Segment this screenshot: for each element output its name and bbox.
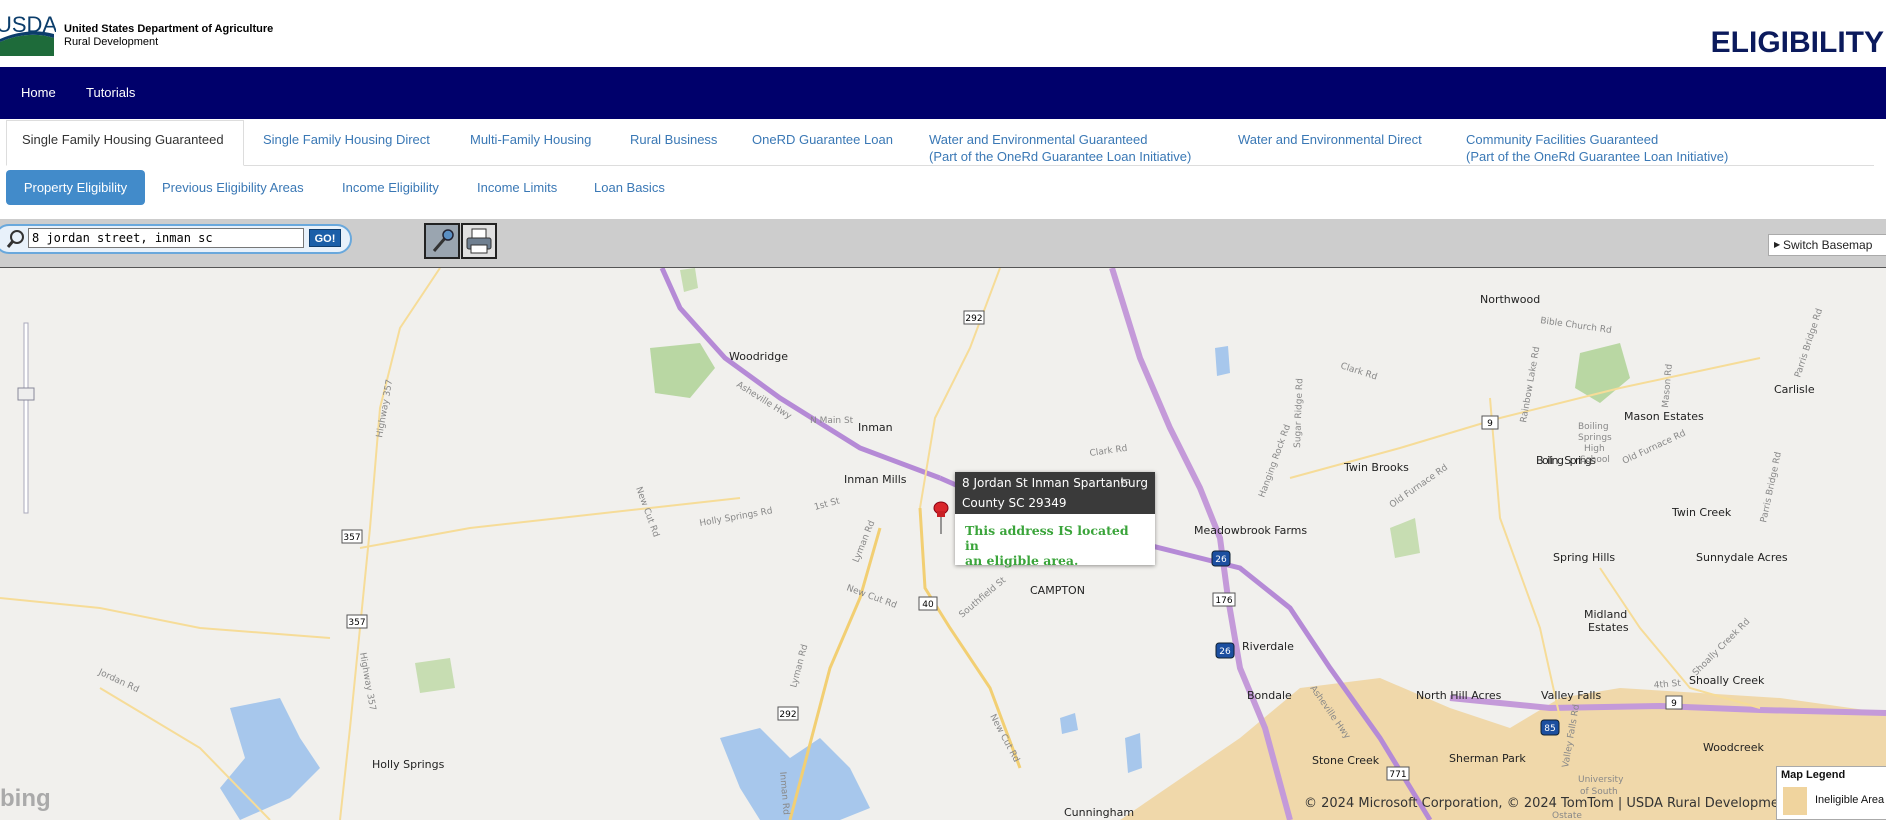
subtab-income-limits[interactable]: Income Limits [477,180,557,195]
route-shields: 292 357 357 40 292 26 26 176 9 9 85 771 [341,310,1683,781]
tab-community-line1: Community Facilities Guaranteed [1466,132,1659,147]
tab-water-guaranteed[interactable]: Water and Environmental Guaranteed (Part… [929,131,1191,165]
agency-name: United States Department of Agriculture … [64,23,273,49]
address-info-popup: 8 Jordan St Inman Spartanburg County SC … [955,472,1155,568]
subtab-previous-eligibility[interactable]: Previous Eligibility Areas [162,180,304,195]
main-nav: Home Tutorials [0,67,1886,119]
tab-community-facilities[interactable]: Community Facilities Guaranteed (Part of… [1466,131,1728,165]
subtab-income-eligibility[interactable]: Income Eligibility [342,180,439,195]
address-search-input[interactable]: 8 jordan street, inman sc [28,228,304,248]
popup-eligibility-message: This address IS located in an eligible a… [955,514,1155,577]
shield-292-b: 292 [779,710,796,720]
popup-message-line2: an eligible area. [965,553,1079,568]
shield-176: 176 [1215,596,1232,606]
shield-40: 40 [922,600,934,610]
shield-357-b: 357 [348,618,365,628]
identify-pin-button[interactable] [424,223,460,259]
nav-home-link[interactable]: Home [21,85,56,100]
shield-26-b: 26 [1219,647,1231,657]
popup-address-line2: County SC 29349 [962,496,1067,510]
legend-label-ineligible: Ineligible Area [1815,794,1885,806]
tab-water-direct[interactable]: Water and Environmental Direct [1238,131,1422,148]
go-button[interactable]: GO! [309,229,341,247]
caret-right-icon: ▶ [1774,240,1781,249]
usda-logo: USDA [0,12,56,56]
tab-onerd-guarantee[interactable]: OneRD Guarantee Loan [752,131,893,148]
agency-line1: United States Department of Agriculture [64,23,274,35]
search-icon [6,230,24,248]
map-canvas[interactable]: Northwood Woodridge Inman Inman Mills Ca… [0,268,1886,820]
header: USDA United States Department of Agricul… [0,0,1886,67]
tab-community-line2: (Part of the OneRd Guarantee Loan Initia… [1466,149,1729,164]
identify-pin-icon [432,229,454,252]
shield-357-a: 357 [343,533,360,543]
popup-maximize-icon[interactable]: ▭ [1120,474,1132,487]
shield-26-a: 26 [1215,555,1227,565]
popup-message-line1: This address IS located in [965,523,1129,553]
tab-water-guaranteed-line2: (Part of the OneRd Guarantee Loan Initia… [929,149,1192,164]
map-legend: Map Legend Ineligible Area [1776,766,1886,820]
switch-basemap-button[interactable]: ▶ Switch Basemap [1768,234,1886,256]
location-pin-icon[interactable] [930,500,952,536]
tab-sfh-guaranteed[interactable]: Single Family Housing Guaranteed [22,131,224,148]
print-button[interactable] [461,223,497,259]
shield-771: 771 [1389,770,1406,780]
subtab-property-eligibility[interactable]: Property Eligibility [6,170,145,205]
nav-tutorials-link[interactable]: Tutorials [86,85,135,100]
tab-multi-family[interactable]: Multi-Family Housing [470,131,591,148]
page-title: ELIGIBILITY [1710,26,1884,59]
subtab-loan-basics[interactable]: Loan Basics [594,180,665,195]
shield-292-a: 292 [965,314,982,324]
legend-title: Map Legend [1781,769,1846,781]
printer-icon [466,228,492,254]
tab-water-guaranteed-line1: Water and Environmental Guaranteed [929,132,1148,147]
tab-sfh-direct[interactable]: Single Family Housing Direct [263,131,430,148]
shield-9-a: 9 [1487,419,1493,429]
shield-9-b: 9 [1671,699,1677,709]
agency-line2: Rural Development [64,36,159,48]
shield-85: 85 [1544,724,1555,734]
legend-swatch-ineligible [1783,787,1807,815]
bing-logo: bing [0,785,51,812]
map-copyright: © 2024 Microsoft Corporation, © 2024 Tom… [1304,796,1793,811]
tab-rural-business[interactable]: Rural Business [630,131,717,148]
switch-basemap-label: Switch Basemap [1783,238,1873,252]
tabs-divider [244,165,1874,166]
